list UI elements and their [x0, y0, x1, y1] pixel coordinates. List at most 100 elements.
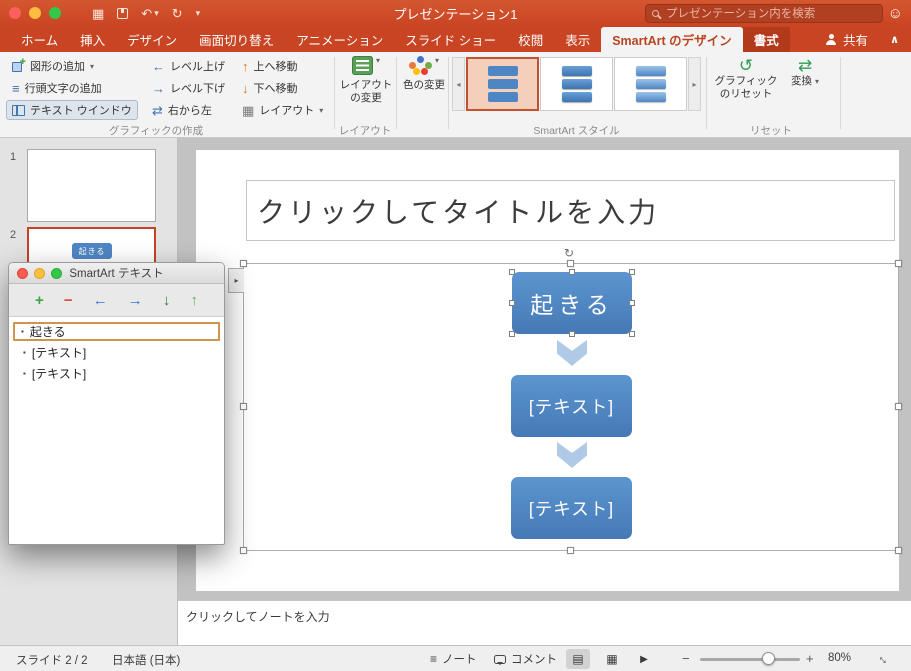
minimize-button[interactable] — [29, 7, 41, 19]
smartart-node-1[interactable]: 起きる — [509, 269, 635, 337]
add-shape-label: 図形の追加 — [30, 61, 85, 73]
tab-design[interactable]: デザイン — [116, 27, 188, 52]
notes-toggle-button[interactable]: ≡ ノート — [430, 651, 477, 667]
right-to-left-button[interactable]: ⇄ 右から左 — [146, 100, 218, 120]
list-item[interactable]: ▪ [テキスト] — [13, 364, 220, 383]
resize-handle[interactable] — [895, 260, 902, 267]
change-layout-button[interactable]: ▾ レイアウト の変更 — [338, 56, 394, 104]
resize-handle[interactable] — [567, 547, 574, 554]
tab-animations[interactable]: アニメーション — [285, 27, 394, 52]
zoom-level[interactable]: 80% — [828, 652, 851, 664]
node-resize-handle[interactable] — [509, 331, 515, 337]
zoom-slider-track[interactable] — [700, 658, 800, 661]
demote-item-button[interactable]: → — [128, 293, 143, 308]
rotate-handle-icon[interactable]: ↻ — [564, 246, 574, 260]
node-resize-handle[interactable] — [629, 269, 635, 275]
node-resize-handle[interactable] — [509, 269, 515, 275]
tiles-icon[interactable]: ▦ — [92, 6, 104, 22]
smartart-style-option-1[interactable] — [466, 57, 539, 111]
add-item-button[interactable]: + — [35, 293, 44, 308]
comments-toggle-button[interactable]: コメント — [494, 651, 557, 667]
resize-handle[interactable] — [895, 547, 902, 554]
smartart-text-window-titlebar[interactable]: SmartArt テキスト — [9, 263, 224, 284]
resize-handle[interactable] — [240, 547, 247, 554]
remove-item-button[interactable]: − — [64, 293, 73, 308]
text-pane-toggle-button[interactable]: テキスト ウインドウ — [6, 100, 138, 120]
list-item[interactable]: ▪ [テキスト] — [13, 343, 220, 362]
view-normal-button[interactable]: ▤ — [566, 649, 590, 669]
tab-slideshow[interactable]: スライド ショー — [394, 27, 507, 52]
promote-item-button[interactable]: ← — [93, 293, 108, 308]
view-slideshow-button[interactable]: ▶ — [632, 649, 656, 669]
search-box[interactable] — [645, 4, 883, 23]
layout-button[interactable]: ▦ レイアウト ▾ — [236, 100, 329, 120]
tab-home[interactable]: ホーム — [10, 27, 69, 52]
gallery-scroll-left-button[interactable]: ◂ — [452, 57, 465, 111]
tab-transitions[interactable]: 画面切り替え — [188, 27, 285, 52]
zoom-out-button[interactable]: − — [682, 651, 690, 666]
share-button[interactable]: 共有 — [815, 27, 878, 52]
zoom-button[interactable] — [49, 7, 61, 19]
tab-smartart-design[interactable]: SmartArt のデザイン — [601, 27, 743, 52]
resize-handle[interactable] — [240, 403, 247, 410]
resize-handle[interactable] — [567, 260, 574, 267]
reset-graphic-label-line1: グラフィック — [714, 75, 778, 87]
smartart-node-2[interactable]: [テキスト] — [511, 375, 632, 437]
zoom-in-button[interactable]: + — [806, 651, 814, 666]
style-thumbnail — [541, 58, 612, 110]
promote-button[interactable]: ← レベル上げ — [146, 56, 231, 76]
smartart-text-window[interactable]: SmartArt テキスト + − ← → ↓ ↑ ▪ 起きる ▪ [テキスト]… — [8, 262, 225, 545]
demote-button[interactable]: → レベル下げ — [146, 78, 231, 98]
notes-pane[interactable]: クリックしてノートを入力 — [178, 600, 911, 645]
add-shape-button[interactable]: 図形の追加 ▾ — [6, 56, 100, 76]
move-down-button[interactable]: ↓ 下へ移動 — [236, 78, 304, 98]
smartart-text-window-title: SmartArt テキスト — [69, 268, 164, 280]
smartart-node-2-text: [テキスト] — [528, 396, 615, 417]
node-resize-handle[interactable] — [569, 269, 575, 275]
move-up-button[interactable]: ↑ 上へ移動 — [236, 56, 304, 76]
move-item-up-button[interactable]: ↑ — [190, 293, 198, 308]
smartart-style-option-2[interactable] — [540, 57, 613, 111]
feedback-smiley-icon[interactable]: ☺ — [888, 5, 903, 22]
tab-view[interactable]: 表示 — [554, 27, 601, 52]
text-pane-collapse-handle[interactable]: ▸ — [228, 268, 244, 293]
save-button[interactable] — [117, 8, 129, 19]
zoom-slider-knob[interactable] — [762, 652, 775, 665]
close-button[interactable] — [17, 268, 28, 279]
gallery-scroll-right-button[interactable]: ▸ — [688, 57, 701, 111]
add-bullet-button[interactable]: ≡ 行頭文字の追加 — [6, 78, 108, 98]
tab-insert[interactable]: 挿入 — [69, 27, 116, 52]
node-resize-handle[interactable] — [629, 331, 635, 337]
node-resize-handle[interactable] — [629, 300, 635, 306]
slide-1-thumbnail[interactable] — [27, 149, 156, 222]
toolbar-options-caret-icon[interactable]: ▾ — [196, 8, 201, 19]
fit-slide-icon[interactable]: ↔ — [875, 649, 895, 669]
smartart-node-3[interactable]: [テキスト] — [511, 477, 632, 539]
resize-handle[interactable] — [895, 403, 902, 410]
minimize-button[interactable] — [34, 268, 45, 279]
resize-handle[interactable] — [240, 260, 247, 267]
redo-button[interactable]: ↻ — [172, 6, 183, 22]
search-input[interactable] — [664, 6, 876, 21]
tab-review[interactable]: 校閲 — [507, 27, 554, 52]
convert-button[interactable]: ⇄ 変換 ▾ — [782, 56, 828, 88]
title-placeholder[interactable]: クリックしてタイトルを入力 — [246, 180, 895, 241]
undo-button[interactable]: ↶ ▾ — [141, 6, 158, 22]
ribbon-tabs: ホーム 挿入 デザイン 画面切り替え アニメーション スライド ショー 校閲 表… — [0, 27, 911, 52]
change-colors-button[interactable]: ▾ 色の変更 — [400, 56, 448, 92]
tab-format[interactable]: 書式 — [742, 27, 790, 52]
add-shape-icon — [12, 56, 26, 72]
view-slide-sorter-button[interactable]: ▦ — [600, 649, 624, 669]
language-indicator[interactable]: 日本語 (日本) — [112, 652, 180, 668]
zoom-button[interactable] — [51, 268, 62, 279]
close-button[interactable] — [9, 7, 21, 19]
move-item-down-button[interactable]: ↓ — [163, 293, 171, 308]
smartart-style-option-3[interactable] — [614, 57, 687, 111]
list-item[interactable]: ▪ 起きる — [13, 322, 220, 341]
node-resize-handle[interactable] — [509, 300, 515, 306]
notes-placeholder[interactable]: クリックしてノートを入力 — [186, 608, 330, 625]
slide-canvas[interactable]: クリックしてタイトルを入力 ↻ ▸ 起きる [テキスト] [テキスト] — [196, 150, 902, 591]
node-resize-handle[interactable] — [569, 331, 575, 337]
reset-graphic-button[interactable]: ↺ グラフィック のリセット — [714, 56, 778, 100]
ribbon-collapse-icon[interactable]: ∧ — [878, 27, 911, 52]
